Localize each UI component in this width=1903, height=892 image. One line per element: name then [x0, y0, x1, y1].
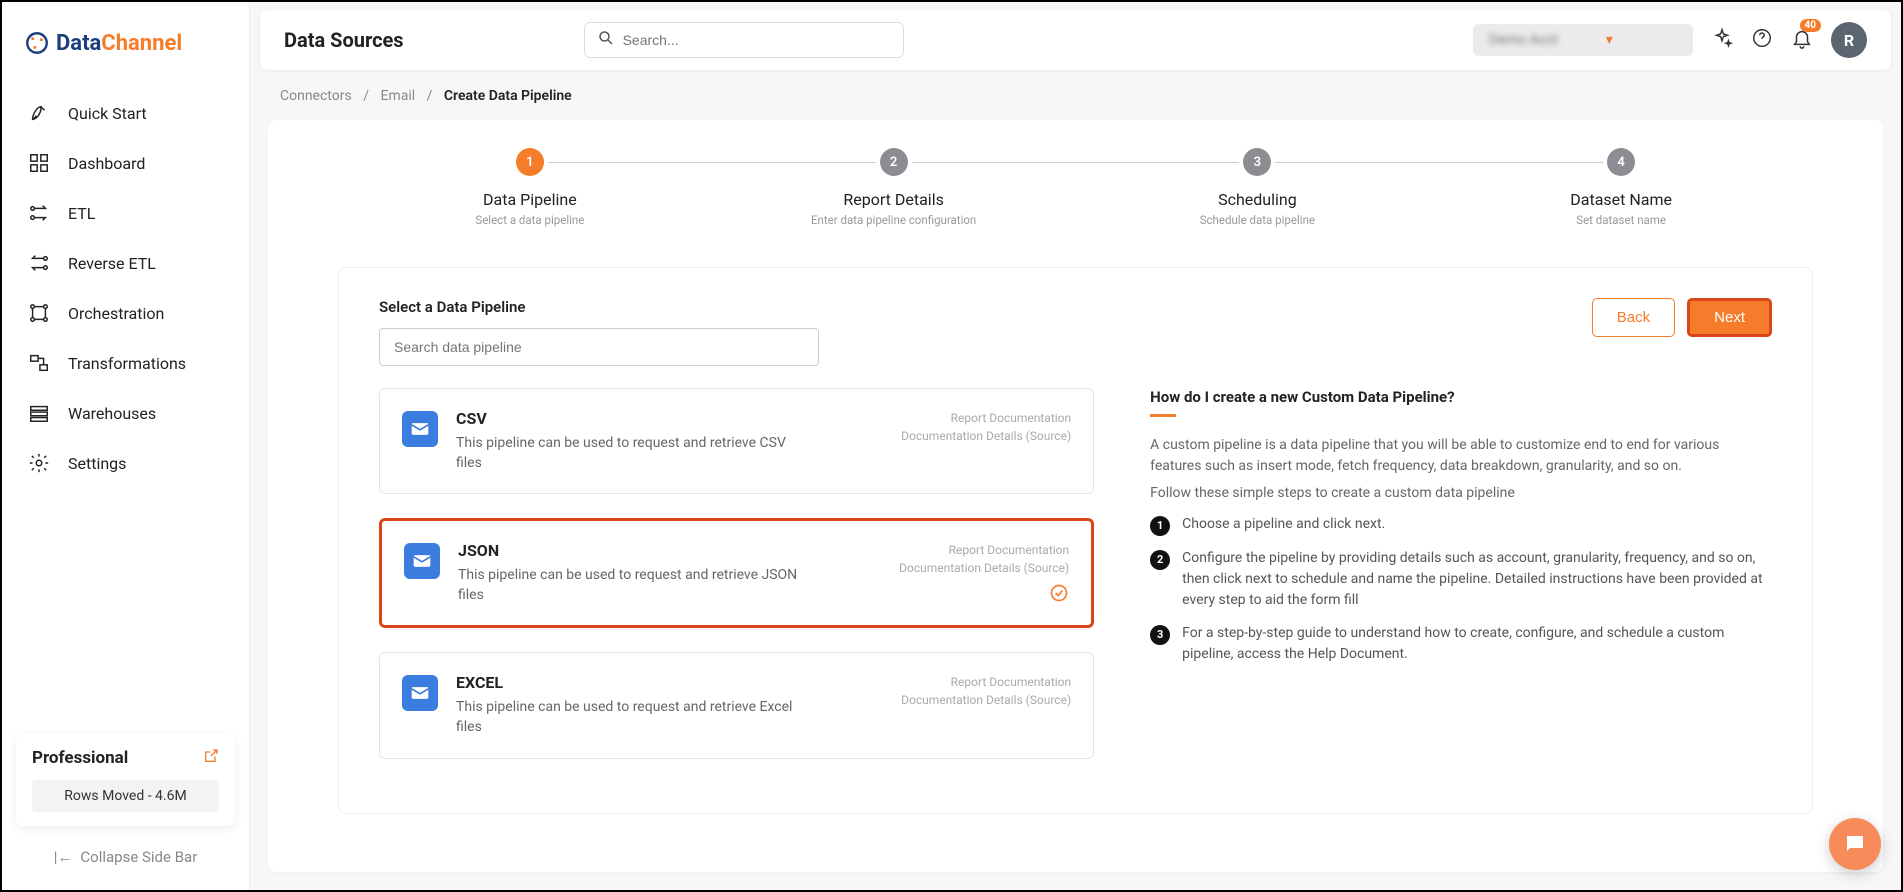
rows-moved-chip: Rows Moved - 4.6M: [32, 780, 219, 812]
pipeline-name: EXCEL: [456, 673, 883, 692]
warehouse-icon: [28, 402, 50, 424]
breadcrumb-current: Create Data Pipeline: [444, 88, 572, 104]
nav-label: Settings: [68, 454, 126, 473]
plan-title: Professional: [32, 748, 128, 768]
nav-label: ETL: [68, 204, 95, 223]
logo-icon: [24, 30, 50, 56]
step-1[interactable]: 1 Data Pipeline Select a data pipeline: [348, 148, 712, 227]
doc-details-link[interactable]: Documentation Details (Source): [901, 429, 1071, 443]
pipeline-docs: Report Documentation Documentation Detai…: [899, 541, 1069, 605]
nav-quick-start[interactable]: Quick Start: [2, 88, 249, 138]
nav-warehouses[interactable]: Warehouses: [2, 388, 249, 438]
help-step: 1Choose a pipeline and click next.: [1150, 514, 1772, 536]
help-icon[interactable]: [1751, 27, 1773, 53]
sparkle-icon[interactable]: [1711, 27, 1733, 53]
nav-label: Reverse ETL: [68, 254, 156, 273]
doc-details-link[interactable]: Documentation Details (Source): [899, 561, 1069, 575]
nav-transformations[interactable]: Transformations: [2, 338, 249, 388]
pipeline-name: JSON: [458, 541, 881, 560]
report-doc-link[interactable]: Report Documentation: [951, 675, 1072, 689]
plan-card[interactable]: Professional Rows Moved - 4.6M: [16, 734, 235, 826]
doc-details-link[interactable]: Documentation Details (Source): [901, 693, 1071, 707]
step-2[interactable]: 2 Report Details Enter data pipeline con…: [712, 148, 1076, 227]
rocket-icon: [28, 102, 50, 124]
pipeline-desc: This pipeline can be used to request and…: [456, 698, 806, 737]
logo[interactable]: DataChannel: [2, 2, 249, 78]
pipeline-desc: This pipeline can be used to request and…: [458, 566, 808, 605]
sidebar: DataChannel Quick Start Dashboard ETL Re…: [2, 2, 250, 890]
gear-icon: [28, 452, 50, 474]
content-card: 1 Data Pipeline Select a data pipeline 2…: [268, 120, 1883, 872]
mail-icon: [404, 543, 440, 579]
mail-icon: [402, 675, 438, 711]
nav-orchestration[interactable]: Orchestration: [2, 288, 249, 338]
help-panel: How do I create a new Custom Data Pipeli…: [1150, 388, 1772, 783]
help-intro-2: Follow these simple steps to create a cu…: [1150, 483, 1772, 504]
orchestration-icon: [28, 302, 50, 324]
nav-label: Dashboard: [68, 154, 145, 173]
main: Data Sources Demo Acct ▾ 40 R: [250, 2, 1901, 890]
pipeline-item-excel[interactable]: EXCEL This pipeline can be used to reque…: [379, 652, 1094, 758]
notification-badge: 40: [1800, 19, 1821, 32]
external-link-icon: [203, 748, 219, 768]
nav: Quick Start Dashboard ETL Reverse ETL Or…: [2, 78, 249, 720]
breadcrumb: Connectors / Email / Create Data Pipelin…: [250, 70, 1901, 116]
help-steps: 1Choose a pipeline and click next. 2Conf…: [1150, 514, 1772, 665]
pipeline-list: CSV This pipeline can be used to request…: [379, 388, 1094, 783]
report-doc-link[interactable]: Report Documentation: [949, 543, 1070, 557]
bell-icon[interactable]: 40: [1791, 27, 1813, 53]
nav-reverse-etl[interactable]: Reverse ETL: [2, 238, 249, 288]
back-button[interactable]: Back: [1592, 298, 1675, 337]
pipeline-docs: Report Documentation Documentation Detai…: [901, 673, 1071, 737]
chevron-down-icon: ▾: [1606, 32, 1613, 48]
step-3[interactable]: 3 Scheduling Schedule data pipeline: [1076, 148, 1440, 227]
pipeline-desc: This pipeline can be used to request and…: [456, 434, 806, 473]
next-button[interactable]: Next: [1687, 298, 1772, 337]
help-step: 2Configure the pipeline by providing det…: [1150, 548, 1772, 611]
step-4[interactable]: 4 Dataset Name Set dataset name: [1439, 148, 1803, 227]
global-search[interactable]: [584, 22, 904, 58]
collapse-sidebar[interactable]: |← Collapse Side Bar: [16, 838, 235, 876]
mail-icon: [402, 411, 438, 447]
pipeline-item-csv[interactable]: CSV This pipeline can be used to request…: [379, 388, 1094, 494]
search-icon: [597, 29, 615, 51]
nav-label: Warehouses: [68, 404, 156, 423]
stepper: 1 Data Pipeline Select a data pipeline 2…: [348, 148, 1803, 227]
help-intro-1: A custom pipeline is a data pipeline tha…: [1150, 435, 1772, 477]
collapse-icon: |←: [54, 848, 73, 866]
nav-settings[interactable]: Settings: [2, 438, 249, 488]
transform-icon: [28, 352, 50, 374]
collapse-label: Collapse Side Bar: [80, 848, 197, 866]
check-icon: [1049, 583, 1069, 607]
logo-text: DataChannel: [56, 31, 182, 56]
account-label: Demo Acct: [1489, 32, 1558, 48]
help-title: How do I create a new Custom Data Pipeli…: [1150, 388, 1772, 406]
reverse-etl-icon: [28, 252, 50, 274]
nav-label: Orchestration: [68, 304, 164, 323]
grid-icon: [28, 152, 50, 174]
etl-icon: [28, 202, 50, 224]
chat-fab[interactable]: [1829, 818, 1881, 870]
breadcrumb-connectors[interactable]: Connectors: [280, 88, 352, 104]
help-step: 3For a step-by-step guide to understand …: [1150, 623, 1772, 665]
account-dropdown[interactable]: Demo Acct ▾: [1473, 24, 1693, 56]
page-title: Data Sources: [284, 28, 404, 52]
pipeline-docs: Report Documentation Documentation Detai…: [901, 409, 1071, 473]
pipeline-name: CSV: [456, 409, 883, 428]
nav-etl[interactable]: ETL: [2, 188, 249, 238]
inner-card: Select a Data Pipeline Back Next: [338, 267, 1813, 814]
search-input[interactable]: [623, 32, 891, 48]
breadcrumb-email[interactable]: Email: [380, 88, 415, 104]
nav-label: Transformations: [68, 354, 186, 373]
report-doc-link[interactable]: Report Documentation: [951, 411, 1072, 425]
select-pipeline-label: Select a Data Pipeline: [379, 298, 819, 316]
nav-dashboard[interactable]: Dashboard: [2, 138, 249, 188]
pipeline-item-json[interactable]: JSON This pipeline can be used to reques…: [379, 518, 1094, 628]
topbar: Data Sources Demo Acct ▾ 40 R: [260, 10, 1891, 70]
pipeline-search-input[interactable]: [379, 328, 819, 366]
avatar[interactable]: R: [1831, 22, 1867, 58]
nav-label: Quick Start: [68, 104, 147, 123]
help-underline: [1150, 414, 1176, 417]
